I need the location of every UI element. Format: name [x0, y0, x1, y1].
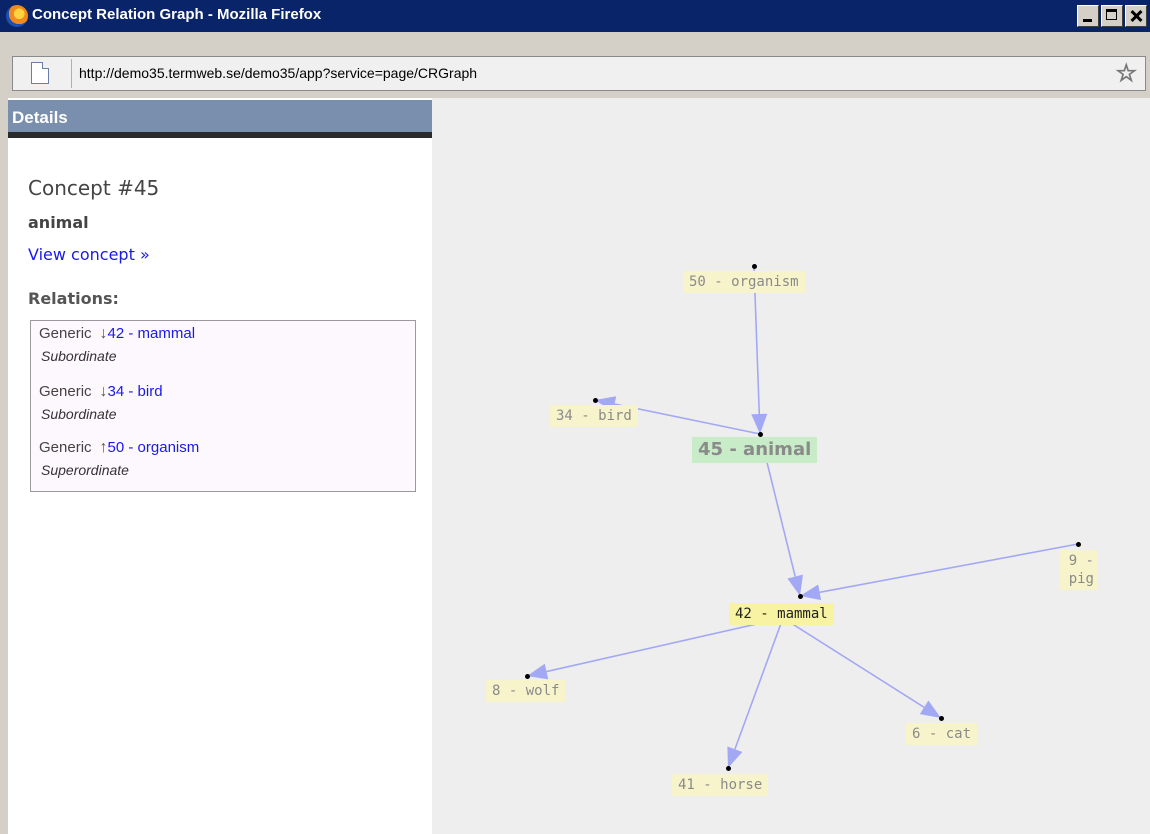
- arrowhead-animal-mammal: [787, 574, 803, 596]
- arrowhead-mammal-wolf: [527, 663, 549, 680]
- relation-type: Subordinate: [41, 348, 117, 364]
- relation-kind: Generic: [39, 325, 92, 342]
- arrow-down-icon: ↓: [99, 383, 108, 400]
- arrowhead-organism-animal: [751, 413, 768, 434]
- details-header: Details: [8, 100, 432, 138]
- node-anchor-animal: [757, 431, 763, 437]
- relation-type: Superordinate: [41, 462, 129, 478]
- address-separator: [71, 59, 72, 88]
- arrowhead-pig-mammal: [800, 584, 822, 601]
- node-wolf[interactable]: 8 - wolf: [486, 680, 566, 702]
- relations-list: Generic ↓42 - mammal Subordinate Generic ↓…: [30, 320, 416, 492]
- node-cat[interactable]: 6 - cat: [906, 723, 978, 745]
- relations-label: Relations:: [28, 289, 119, 308]
- arrow-down-icon: ↓: [99, 325, 108, 342]
- details-panel: Details Concept #45 animal View concept …: [0, 98, 432, 834]
- relation-type: Subordinate: [41, 406, 117, 422]
- close-icon[interactable]: [1125, 5, 1147, 27]
- concept-name: animal: [28, 213, 89, 232]
- window-title: Concept Relation Graph - Mozilla Firefox: [32, 6, 322, 23]
- page-icon: [31, 62, 49, 84]
- node-anchor-organism: [751, 263, 757, 269]
- node-anchor-mammal: [797, 593, 803, 599]
- details-header-label: Details: [12, 108, 68, 127]
- node-anchor-wolf: [524, 673, 530, 679]
- relation-kind: Generic: [39, 439, 92, 456]
- graph-edge-mammal-wolf: [546, 617, 784, 673]
- arrowhead-mammal-horse: [727, 746, 743, 768]
- arrow-up-icon: ↑: [99, 439, 108, 456]
- relation-kind: Generic: [39, 383, 92, 400]
- window-title-bar: Concept Relation Graph - Mozilla Firefox: [0, 0, 1150, 32]
- relation-row: Generic ↓42 - mammal: [39, 325, 195, 343]
- bookmark-star-icon[interactable]: ☆: [1115, 60, 1137, 87]
- node-organism[interactable]: 50 - organism: [683, 271, 805, 293]
- url-text[interactable]: http://demo35.termweb.se/demo35/app?serv…: [79, 65, 477, 81]
- node-anchor-cat: [938, 715, 944, 721]
- node-bird[interactable]: 34 - bird: [550, 405, 638, 427]
- relation-row: Generic ↓34 - bird: [39, 383, 163, 401]
- relation-link-organism[interactable]: 50 - organism: [108, 439, 200, 456]
- node-pig[interactable]: 9 - pig: [1060, 550, 1098, 590]
- view-concept-link[interactable]: View concept »: [28, 245, 150, 264]
- arrowhead-mammal-cat: [919, 700, 941, 718]
- firefox-icon: [6, 5, 28, 27]
- node-mammal[interactable]: 42 - mammal: [729, 603, 834, 625]
- graph-edge-mammal-cat: [782, 617, 925, 708]
- relation-row: Generic ↑50 - organism: [39, 439, 199, 457]
- node-anchor-horse: [725, 765, 731, 771]
- maximize-icon[interactable]: [1101, 5, 1123, 27]
- minimize-icon[interactable]: [1077, 5, 1099, 27]
- graph-edges: [527, 265, 1079, 768]
- node-animal[interactable]: 45 - animal: [692, 437, 818, 463]
- graph-edge-pig-mammal: [819, 543, 1079, 594]
- relation-link-mammal[interactable]: 42 - mammal: [108, 325, 196, 342]
- graph-edge-mammal-horse: [734, 617, 784, 750]
- concept-title: Concept #45: [28, 176, 160, 200]
- node-anchor-bird: [592, 397, 598, 403]
- node-horse[interactable]: 41 - horse: [672, 774, 769, 796]
- address-bar-area: http://demo35.termweb.se/demo35/app?serv…: [0, 32, 1150, 98]
- concept-graph[interactable]: 50 - organism 34 - bird 45 - animal 9 - …: [432, 98, 1150, 834]
- address-bar[interactable]: http://demo35.termweb.se/demo35/app?serv…: [12, 56, 1146, 91]
- node-anchor-pig: [1075, 541, 1081, 547]
- relation-link-bird[interactable]: 34 - bird: [108, 383, 163, 400]
